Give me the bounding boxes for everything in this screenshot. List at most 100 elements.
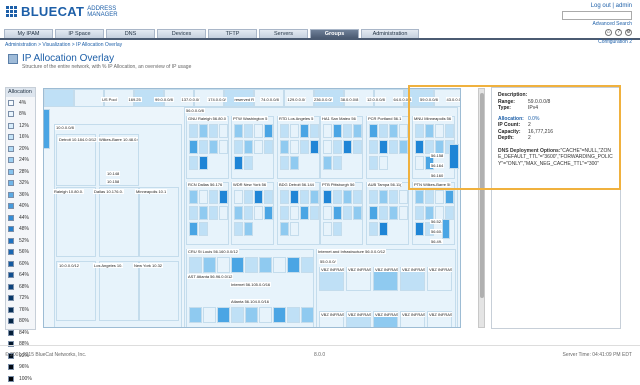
- site-block[interactable]: [99, 261, 139, 321]
- subnet[interactable]: [389, 190, 398, 204]
- subnet[interactable]: [369, 124, 378, 138]
- help-icon[interactable]: ?: [615, 29, 622, 36]
- scroll-thumb[interactable]: [480, 93, 484, 298]
- subnet[interactable]: [333, 206, 342, 220]
- subnet[interactable]: [301, 257, 314, 273]
- subnet[interactable]: [244, 124, 253, 138]
- subnet[interactable]: [199, 140, 208, 154]
- subnet[interactable]: [379, 222, 388, 236]
- subnet[interactable]: [217, 257, 230, 273]
- subnet[interactable]: [369, 206, 378, 220]
- subnet[interactable]: [189, 140, 198, 154]
- subnet[interactable]: [199, 206, 208, 220]
- subnet[interactable]: [310, 190, 319, 204]
- subnet[interactable]: [435, 190, 444, 204]
- advanced-search-link[interactable]: Advanced Search: [593, 21, 632, 27]
- subnet[interactable]: [234, 190, 243, 204]
- subnet[interactable]: [280, 140, 289, 154]
- subnet[interactable]: [310, 140, 319, 154]
- subnet[interactable]: [209, 124, 218, 138]
- subnet[interactable]: [189, 257, 202, 273]
- subnet[interactable]: [323, 124, 332, 138]
- vertical-scrollbar[interactable]: [478, 88, 485, 328]
- subnet[interactable]: [290, 206, 299, 220]
- tab-my-ipam[interactable]: My IPAM: [4, 29, 53, 38]
- subnet[interactable]: [425, 206, 434, 220]
- subnet[interactable]: [379, 206, 388, 220]
- subnet[interactable]: [244, 206, 253, 220]
- subnet[interactable]: [264, 206, 273, 220]
- subnet[interactable]: [209, 190, 218, 204]
- subnet[interactable]: [445, 124, 454, 138]
- subnet[interactable]: [333, 156, 342, 170]
- subnet[interactable]: [415, 140, 424, 154]
- subnet[interactable]: [310, 206, 319, 220]
- subnet[interactable]: [264, 140, 273, 154]
- subnet[interactable]: [245, 257, 258, 273]
- subnet[interactable]: [343, 190, 352, 204]
- subnet[interactable]: [333, 124, 342, 138]
- subnet[interactable]: [273, 257, 286, 273]
- subnet[interactable]: [189, 222, 198, 236]
- subnet[interactable]: [425, 124, 434, 138]
- subnet[interactable]: [234, 140, 243, 154]
- subnet[interactable]: [231, 307, 244, 323]
- site-block[interactable]: [56, 261, 96, 321]
- subnet[interactable]: [219, 206, 228, 220]
- subnet[interactable]: [287, 307, 300, 323]
- subnet[interactable]: [415, 190, 424, 204]
- subnet[interactable]: [280, 190, 289, 204]
- logout-link[interactable]: Log out: [591, 3, 611, 9]
- subnet[interactable]: [323, 156, 332, 170]
- subnet[interactable]: [399, 124, 408, 138]
- subnet[interactable]: [445, 206, 454, 220]
- subnet[interactable]: [189, 156, 198, 170]
- subnet[interactable]: [264, 124, 273, 138]
- subnet[interactable]: [199, 222, 208, 236]
- subnet[interactable]: [353, 124, 362, 138]
- subnet[interactable]: [343, 124, 352, 138]
- subnet[interactable]: [445, 190, 454, 204]
- subnet[interactable]: [379, 124, 388, 138]
- subnet[interactable]: [290, 124, 299, 138]
- subnet[interactable]: [290, 156, 299, 170]
- allocation-treemap[interactable]: US Pool 169.25 99.0.0.0/8 137.0.0.0/174.0.0…: [43, 88, 461, 328]
- subnet[interactable]: [323, 206, 332, 220]
- tab-servers[interactable]: Servers: [259, 29, 308, 38]
- subnet[interactable]: [199, 190, 208, 204]
- subnet[interactable]: [209, 206, 218, 220]
- tab-groups[interactable]: Groups: [310, 29, 359, 38]
- home-icon[interactable]: ⌂: [605, 29, 612, 36]
- subnet[interactable]: [189, 206, 198, 220]
- breadcrumb[interactable]: Administration > Visualization > IP Allo…: [0, 38, 640, 48]
- subnet[interactable]: [399, 190, 408, 204]
- user-link[interactable]: admin: [616, 3, 632, 9]
- subnet[interactable]: [323, 190, 332, 204]
- subnet[interactable]: [333, 190, 342, 204]
- subnet[interactable]: [323, 222, 332, 236]
- subnet[interactable]: [244, 190, 253, 204]
- subnet[interactable]: [353, 140, 362, 154]
- subnet[interactable]: [389, 124, 398, 138]
- subnet[interactable]: [415, 156, 424, 170]
- subnet[interactable]: [399, 140, 408, 154]
- subnet[interactable]: [280, 222, 289, 236]
- site-block[interactable]: [139, 261, 179, 321]
- subnet[interactable]: [254, 124, 263, 138]
- subnet[interactable]: [300, 140, 309, 154]
- subnet[interactable]: [234, 124, 243, 138]
- tab-tftp[interactable]: TFTP: [208, 29, 257, 38]
- subnet[interactable]: [415, 124, 424, 138]
- subnet[interactable]: [415, 206, 424, 220]
- site-block[interactable]: [99, 187, 139, 257]
- subnet[interactable]: [435, 140, 444, 154]
- subnet[interactable]: [449, 144, 459, 169]
- subnet[interactable]: [254, 206, 263, 220]
- subnet[interactable]: [273, 307, 286, 323]
- subnet[interactable]: [353, 206, 362, 220]
- subnet[interactable]: [343, 140, 352, 154]
- subnet[interactable]: [369, 156, 378, 170]
- subnet[interactable]: [189, 307, 202, 323]
- subnet[interactable]: [244, 156, 253, 170]
- subnet[interactable]: [379, 140, 388, 154]
